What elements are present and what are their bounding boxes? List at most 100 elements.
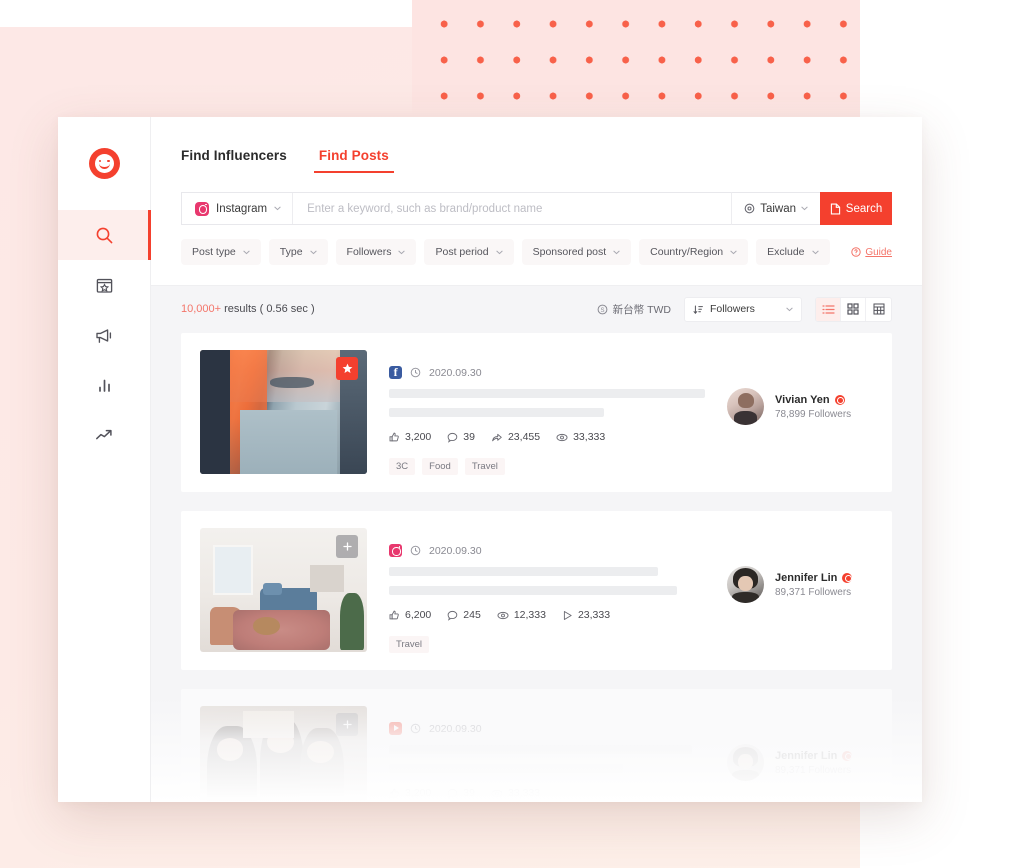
post-tag[interactable]: Travel <box>389 636 430 653</box>
post-text-skeleton <box>389 745 693 754</box>
post-author[interactable]: Jennifer Lin 89,371 Followers <box>727 706 873 781</box>
filter-followers[interactable]: Followers <box>335 239 417 265</box>
currency-selector[interactable]: S 新台幣 TWD <box>597 302 671 317</box>
youtube-icon <box>389 722 402 735</box>
view-mode-group <box>815 296 892 322</box>
stat-value: 3,200 <box>405 787 432 799</box>
author-name-row: Jennifer Lin <box>775 749 853 762</box>
author-name: Jennifer Lin <box>775 571 838 584</box>
tab-find-influencers[interactable]: Find Influencers <box>181 148 287 173</box>
stat-value: 39 <box>463 787 475 799</box>
author-name: Jennifer Lin <box>775 749 838 762</box>
instagram-icon <box>195 201 209 216</box>
megaphone-icon <box>94 326 114 345</box>
post-tag[interactable]: Travel <box>464 458 505 475</box>
filter-label: Post period <box>435 246 489 258</box>
location-pin-icon <box>744 203 755 214</box>
clock-icon <box>410 723 421 734</box>
post-details: 2020.09.30 3,200 <box>389 706 705 802</box>
grid-icon <box>847 303 859 315</box>
author-followers: 89,371 Followers <box>775 764 852 776</box>
results-panel: 10,000+ results ( 0.56 sec ) S 新台幣 TWD F… <box>151 285 922 802</box>
post-card[interactable]: 2020.09.30 3,200 <box>181 333 892 492</box>
filter-label: Country/Region <box>650 246 724 258</box>
post-card[interactable]: 2020.09.30 3,200 <box>181 689 892 802</box>
save-post-button[interactable] <box>336 535 358 558</box>
tab-find-posts[interactable]: Find Posts <box>313 148 394 173</box>
filter-label: Sponsored post <box>532 246 607 258</box>
sort-dropdown[interactable]: Followers <box>684 296 802 322</box>
post-tag[interactable]: Food <box>422 458 458 475</box>
results-count-suffix: results ( 0.56 sec ) <box>224 303 315 315</box>
stat-value: 39 <box>463 431 475 443</box>
bar-chart-icon <box>95 376 114 395</box>
stat-likes: 3,200 <box>389 431 431 443</box>
post-author[interactable]: Vivian Yen 78,899 Followers <box>727 350 873 425</box>
region-dropdown[interactable]: Taiwan <box>731 192 820 225</box>
post-details: 2020.09.30 3,200 <box>389 350 705 475</box>
post-details: 2020.09.30 6,200 245 12,333 23,333 Trave… <box>389 528 705 653</box>
currency-label: 新台幣 TWD <box>612 303 671 316</box>
chevron-down-icon <box>786 307 793 311</box>
post-thumbnail[interactable] <box>200 350 367 474</box>
sidebar-item-trends[interactable] <box>58 410 151 460</box>
filter-post-type[interactable]: Post type <box>181 239 261 265</box>
table-icon <box>873 303 884 315</box>
author-text: Vivian Yen 78,899 Followers <box>775 394 851 420</box>
platform-dropdown[interactable]: Instagram <box>182 193 294 224</box>
platform-label: Instagram <box>216 202 268 215</box>
post-stats: 3,200 39 23,455 33,333 <box>389 431 705 443</box>
verified-badge-icon <box>834 394 845 405</box>
filter-type[interactable]: Type <box>268 239 328 265</box>
stat-comments: 245 <box>447 609 481 621</box>
table-view-button[interactable] <box>866 298 891 321</box>
stat-value: 33,333 <box>507 787 541 799</box>
stat-value: 33,333 <box>573 431 606 443</box>
post-meta: 2020.09.30 <box>389 365 705 380</box>
post-card[interactable]: 2020.09.30 6,200 245 12,333 23,333 Trave… <box>181 511 892 670</box>
post-thumbnail[interactable] <box>200 528 367 652</box>
dollar-circle-icon: S <box>597 304 608 314</box>
clock-icon <box>410 545 421 556</box>
chevron-down-icon <box>398 250 406 254</box>
svg-text:S: S <box>600 308 604 314</box>
post-author[interactable]: Jennifer Lin 89,371 Followers <box>727 528 873 603</box>
comment-icon <box>447 610 458 621</box>
eye-icon <box>556 433 568 441</box>
results-count: 10,000+ results ( 0.56 sec ) <box>181 303 315 315</box>
sidebar-item-analytics[interactable] <box>58 360 151 410</box>
list-icon <box>821 304 835 314</box>
filter-label: Post type <box>192 246 236 258</box>
stat-value: 245 <box>463 609 481 621</box>
facebook-icon <box>389 365 402 380</box>
sidebar-item-search[interactable] <box>58 210 151 260</box>
search-button[interactable]: Search <box>820 192 892 225</box>
save-post-button[interactable] <box>336 713 358 736</box>
app-logo[interactable] <box>88 117 120 210</box>
sidebar-item-campaigns[interactable] <box>58 310 151 360</box>
grid-view-button[interactable] <box>841 297 866 321</box>
sidebar <box>58 117 151 802</box>
save-post-button[interactable] <box>336 357 358 380</box>
post-thumbnail[interactable] <box>200 706 367 802</box>
filter-country-region[interactable]: Country/Region <box>639 239 749 265</box>
sidebar-item-favorites[interactable] <box>58 260 151 310</box>
guide-link[interactable]: Guide <box>851 247 892 258</box>
stat-comments: 39 <box>447 787 475 799</box>
stat-views: 33,333 <box>556 431 605 443</box>
post-date: 2020.09.30 <box>429 722 482 735</box>
guide-label: Guide <box>865 246 892 258</box>
thumbs-up-icon <box>389 788 399 797</box>
list-view-button[interactable] <box>816 297 841 321</box>
filter-post-period[interactable]: Post period <box>424 239 514 265</box>
post-tag[interactable]: 3C <box>389 458 416 475</box>
author-text: Jennifer Lin 89,371 Followers <box>775 571 853 598</box>
search-input[interactable] <box>293 193 732 224</box>
clock-icon <box>410 367 421 378</box>
post-stats: 3,200 39 33,333 <box>389 787 705 799</box>
filter-exclude[interactable]: Exclude <box>756 239 830 265</box>
post-stats: 6,200 245 12,333 23,333 <box>389 609 705 621</box>
filter-sponsored-post[interactable]: Sponsored post <box>521 239 632 265</box>
stat-value: 23,455 <box>507 431 541 443</box>
results-count-number: 10,000+ <box>181 303 222 315</box>
